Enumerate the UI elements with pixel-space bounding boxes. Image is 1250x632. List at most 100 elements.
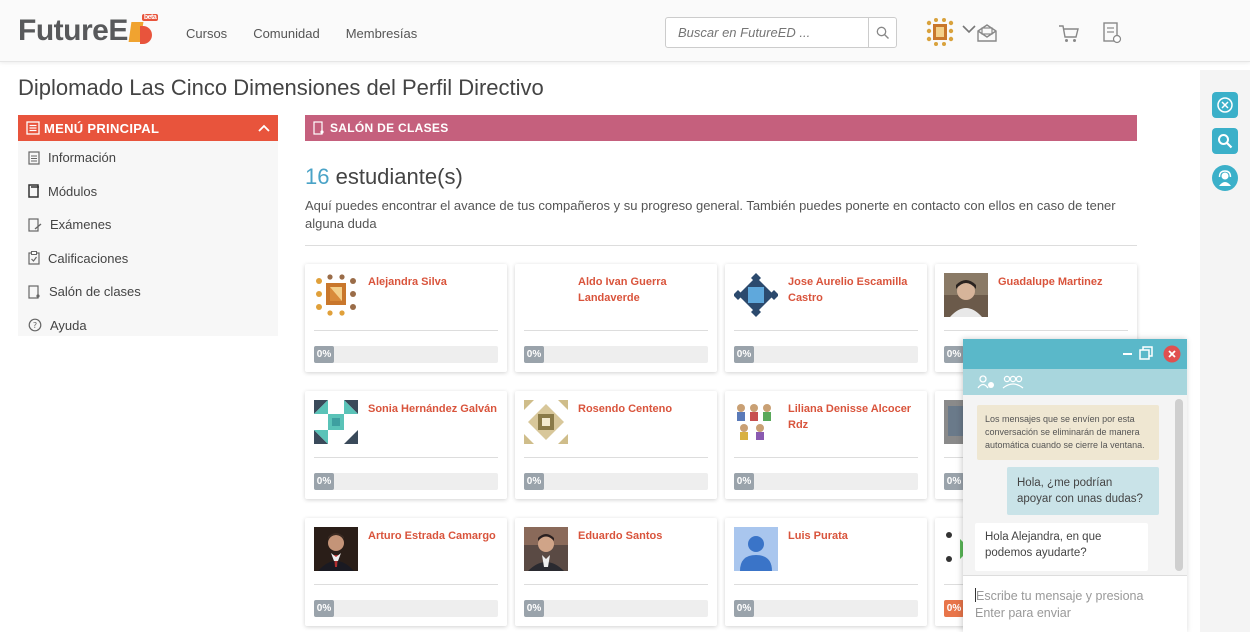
menu-list-icon bbox=[26, 121, 40, 135]
sidebar-item-label: Calificaciones bbox=[48, 250, 129, 266]
top-bar: FutureE beta Cursos Comunidad Membresías bbox=[0, 0, 1250, 62]
student-card[interactable]: Eduardo Santos 0% bbox=[515, 518, 717, 626]
sidebar-item-examenes[interactable]: Exámenes bbox=[18, 208, 278, 242]
chat-header bbox=[963, 339, 1187, 369]
help-icon: ? bbox=[28, 318, 42, 332]
student-avatar bbox=[316, 274, 356, 316]
student-avatar bbox=[524, 400, 568, 444]
default-user-icon bbox=[734, 527, 778, 571]
search-box bbox=[665, 17, 897, 48]
student-card[interactable]: Jose Aurelio Escamilla Castro 0% bbox=[725, 264, 927, 372]
user-avatar[interactable] bbox=[924, 17, 956, 47]
sidebar-item-informacion[interactable]: Información bbox=[18, 141, 278, 175]
sidebar-item-label: Salón de clases bbox=[49, 284, 141, 300]
sidebar-item-ayuda[interactable]: ? Ayuda bbox=[18, 309, 278, 343]
student-card[interactable]: Arturo Estrada Camargo 0% bbox=[305, 518, 507, 626]
sidebar-item-calificaciones[interactable]: Calificaciones bbox=[18, 242, 278, 276]
futureed-logo[interactable]: FutureE beta bbox=[18, 14, 159, 48]
nav-cursos[interactable]: Cursos bbox=[186, 26, 227, 41]
student-name[interactable]: Eduardo Santos bbox=[578, 528, 708, 544]
student-name[interactable]: Aldo Ivan Guerra Landaverde bbox=[578, 274, 708, 306]
progress-bar: 0% bbox=[524, 473, 708, 490]
student-avatar bbox=[734, 273, 778, 317]
progress-value: 0% bbox=[524, 346, 544, 363]
progress-value: 0% bbox=[524, 600, 544, 617]
search-button[interactable] bbox=[868, 18, 896, 47]
progress-value: 0% bbox=[524, 473, 544, 490]
chat-window: Los mensajes que se envíen por esta conv… bbox=[963, 339, 1187, 632]
student-name[interactable]: Luis Purata bbox=[788, 528, 918, 544]
clipboard-icon bbox=[28, 251, 40, 265]
right-rail bbox=[1200, 70, 1250, 632]
chat-input[interactable]: Escribe tu mensaje y presiona Enter para… bbox=[963, 575, 1187, 632]
chevron-up-icon[interactable] bbox=[258, 124, 270, 132]
restore-icon[interactable] bbox=[1139, 346, 1154, 361]
chevron-down-icon[interactable] bbox=[962, 24, 976, 34]
progress-value: 0% bbox=[314, 346, 334, 363]
main-nav: Cursos Comunidad Membresías bbox=[186, 26, 417, 41]
search-rail-button[interactable] bbox=[1212, 128, 1238, 154]
student-name[interactable]: Sonia Hernández Galván bbox=[368, 401, 498, 417]
student-name[interactable]: Guadalupe Martinez bbox=[998, 274, 1128, 290]
sidebar-item-modulos[interactable]: Módulos bbox=[18, 175, 278, 209]
student-card[interactable]: Alejandra Silva 0% bbox=[305, 264, 507, 372]
progress-value: 0% bbox=[734, 473, 754, 490]
minimize-icon[interactable] bbox=[1123, 353, 1133, 357]
progress-bar: 0% bbox=[524, 346, 708, 363]
student-avatar bbox=[734, 400, 778, 444]
search-icon bbox=[1218, 134, 1233, 149]
logo-mark-icon: beta bbox=[128, 14, 159, 44]
section-description: Aquí puedes encontrar el avance de tus c… bbox=[305, 198, 1116, 231]
student-name[interactable]: Jose Aurelio Escamilla Castro bbox=[788, 274, 918, 306]
modules-icon bbox=[28, 184, 39, 198]
close-circle-button[interactable] bbox=[1212, 92, 1238, 118]
chat-toolbar bbox=[963, 369, 1187, 395]
students-count: 16 estudiante(s) bbox=[305, 164, 463, 190]
progress-bar: 0% bbox=[734, 346, 918, 363]
progress-bar: 0% bbox=[314, 473, 498, 490]
progress-value: 0% bbox=[944, 346, 964, 363]
beta-badge: beta bbox=[141, 14, 159, 21]
sidebar: MENÚ PRINCIPAL Información Módulos Exáme… bbox=[18, 115, 278, 336]
student-name[interactable]: Arturo Estrada Camargo bbox=[368, 528, 498, 544]
support-agent-icon bbox=[1218, 170, 1232, 186]
page-title: Diplomado Las Cinco Dimensiones del Perf… bbox=[18, 75, 544, 100]
add-user-icon[interactable] bbox=[977, 375, 995, 389]
progress-bar: 0% bbox=[524, 600, 708, 617]
nav-membresias[interactable]: Membresías bbox=[346, 26, 418, 41]
exam-icon bbox=[28, 218, 42, 232]
close-circle-icon bbox=[1217, 97, 1233, 113]
progress-bar: 0% bbox=[314, 346, 498, 363]
student-name[interactable]: Rosendo Centeno bbox=[578, 401, 708, 417]
sidebar-item-label: Ayuda bbox=[50, 317, 87, 333]
logo-text: FutureE bbox=[18, 14, 128, 47]
student-card[interactable]: Aldo Ivan Guerra Landaverde 0% bbox=[515, 264, 717, 372]
search-input[interactable] bbox=[666, 18, 868, 47]
group-users-icon[interactable] bbox=[1001, 375, 1025, 389]
progress-value: 0% bbox=[314, 473, 334, 490]
student-card[interactable]: Rosendo Centeno 0% bbox=[515, 391, 717, 499]
messages-icon[interactable] bbox=[976, 22, 998, 44]
notes-icon[interactable] bbox=[1102, 22, 1122, 44]
student-avatar bbox=[314, 400, 358, 444]
main-menu-header[interactable]: MENÚ PRINCIPAL bbox=[18, 115, 278, 141]
nav-comunidad[interactable]: Comunidad bbox=[253, 26, 320, 41]
progress-value: 0% bbox=[314, 600, 334, 617]
sidebar-item-salon-de-clases[interactable]: Salón de clases bbox=[18, 275, 278, 309]
progress-bar: 0% bbox=[734, 600, 918, 617]
chat-messages: Los mensajes que se envíen por esta conv… bbox=[963, 395, 1187, 575]
student-card[interactable]: Luis Purata 0% bbox=[725, 518, 927, 626]
student-name[interactable]: Alejandra Silva bbox=[368, 274, 498, 290]
chat-scrollbar[interactable] bbox=[1175, 399, 1183, 571]
cart-icon[interactable] bbox=[1058, 22, 1080, 44]
student-card[interactable]: Liliana Denisse Alcocer Rdz 0% bbox=[725, 391, 927, 499]
progress-value: 0% bbox=[734, 346, 754, 363]
student-card[interactable]: Sonia Hernández Galván 0% bbox=[305, 391, 507, 499]
chat-input-placeholder-line2: Enter para enviar bbox=[975, 606, 1071, 620]
sidebar-item-label: Exámenes bbox=[50, 217, 112, 233]
system-message: Los mensajes que se envíen por esta conv… bbox=[977, 405, 1159, 460]
student-name[interactable]: Liliana Denisse Alcocer Rdz bbox=[788, 401, 918, 433]
support-rail-button[interactable] bbox=[1212, 165, 1238, 191]
progress-bar: 0% bbox=[314, 600, 498, 617]
close-chat-icon[interactable] bbox=[1163, 345, 1181, 363]
